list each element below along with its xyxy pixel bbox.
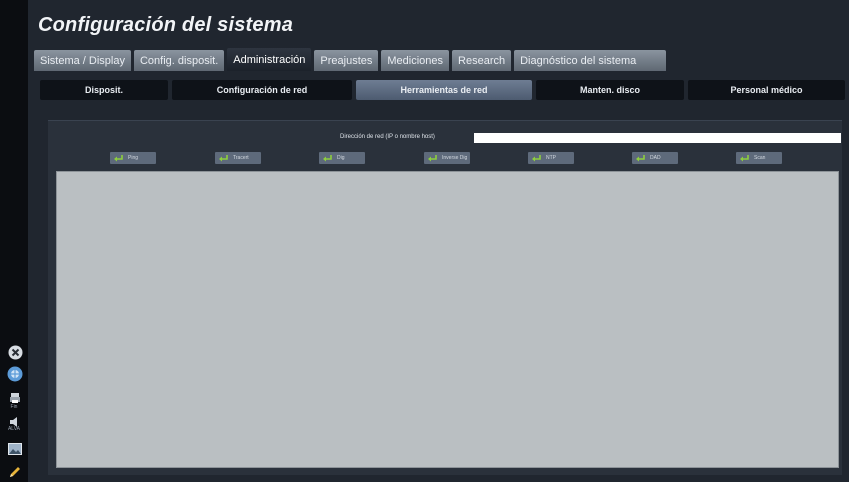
main-window: Configuración del sistema Sistema / Disp… bbox=[28, 0, 849, 482]
subtab-bar: Disposit. Configuración de red Herramien… bbox=[40, 80, 845, 100]
enter-icon bbox=[219, 154, 228, 162]
dad-button-label: DAD bbox=[650, 155, 661, 161]
image-icon[interactable] bbox=[7, 441, 23, 457]
tracert-button[interactable]: Tracert bbox=[215, 152, 261, 164]
tab-mediciones[interactable]: Mediciones bbox=[381, 50, 450, 71]
enter-icon bbox=[636, 154, 645, 162]
inverse-dig-button[interactable]: Inverse Dig bbox=[424, 152, 470, 164]
tab-diagnostico-sistema[interactable]: Diagnóstico del sistema bbox=[514, 50, 667, 71]
dig-button[interactable]: Dig bbox=[319, 152, 365, 164]
ntp-button[interactable]: NTP bbox=[528, 152, 574, 164]
pencil-icon[interactable] bbox=[7, 464, 23, 480]
page-title: Configuración del sistema bbox=[38, 14, 294, 36]
address-label: Dirección de red (IP o nombre host) bbox=[340, 134, 435, 140]
subtab-configuracion-red[interactable]: Configuración de red bbox=[172, 80, 352, 100]
tab-bar: Sistema / Display Config. disposit. Admi… bbox=[34, 48, 667, 71]
enter-icon bbox=[428, 154, 437, 162]
speaker-caption: ALVA bbox=[7, 426, 21, 432]
subtab-personal-medico[interactable]: Personal médico bbox=[688, 80, 845, 100]
tab-preajustes[interactable]: Preajustes bbox=[314, 50, 379, 71]
probe-icon[interactable] bbox=[7, 366, 23, 382]
enter-icon bbox=[323, 154, 332, 162]
enter-icon bbox=[532, 154, 541, 162]
tab-sistema-display[interactable]: Sistema / Display bbox=[34, 50, 131, 71]
enter-icon bbox=[114, 154, 123, 162]
ntp-button-label: NTP bbox=[546, 155, 556, 161]
tab-administracion[interactable]: Administración bbox=[227, 48, 312, 71]
subtab-herramientas-red[interactable]: Herramientas de red bbox=[356, 80, 532, 100]
network-tools-panel: Dirección de red (IP o nombre host) Ping… bbox=[48, 120, 842, 475]
subtab-disposit[interactable]: Disposit. bbox=[40, 80, 168, 100]
scan-button[interactable]: Scan bbox=[736, 152, 782, 164]
tab-config-disposit[interactable]: Config. disposit. bbox=[133, 50, 225, 71]
left-toolbar: Fin ALVA bbox=[0, 0, 28, 482]
close-circle-icon[interactable] bbox=[7, 344, 23, 360]
subtab-manten-disco[interactable]: Manten. disco bbox=[536, 80, 684, 100]
tracert-button-label: Tracert bbox=[233, 155, 249, 161]
enter-icon bbox=[740, 154, 749, 162]
ping-button-label: Ping bbox=[128, 155, 139, 161]
inverse-dig-button-label: Inverse Dig bbox=[442, 155, 468, 161]
dig-button-label: Dig bbox=[337, 155, 345, 161]
tab-research[interactable]: Research bbox=[452, 50, 512, 71]
output-area bbox=[56, 171, 839, 468]
ping-button[interactable]: Ping bbox=[110, 152, 156, 164]
dad-button[interactable]: DAD bbox=[632, 152, 678, 164]
address-input[interactable] bbox=[474, 133, 841, 143]
scan-button-label: Scan bbox=[754, 155, 766, 161]
print-caption: Fin bbox=[10, 404, 18, 410]
